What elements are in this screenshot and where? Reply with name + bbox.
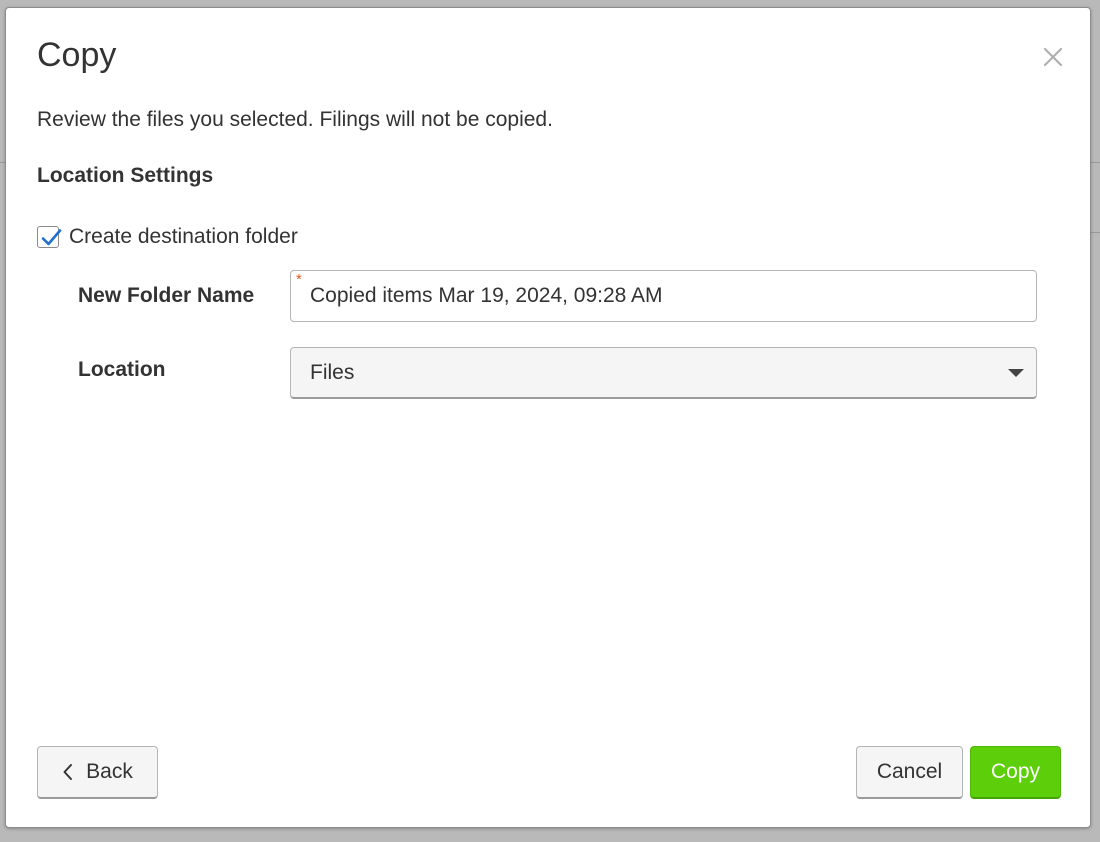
new-folder-name-input[interactable] [310,271,1025,321]
create-destination-folder-checkbox[interactable] [37,226,62,248]
copy-button-label: Copy [990,760,1041,783]
create-destination-folder-label: Create destination folder [69,225,298,248]
chevron-left-icon [62,763,74,781]
new-folder-name-label: New Folder Name [78,284,255,307]
copy-dialog: Copy Review the files you selected. Fili… [5,7,1091,828]
dialog-description: Review the files you selected. Filings w… [37,108,553,131]
background-divider [1091,232,1100,233]
close-button[interactable] [1038,42,1068,72]
location-select[interactable]: Files [290,347,1037,399]
required-indicator: * [296,271,302,288]
close-icon [1043,47,1063,67]
section-heading-location-settings: Location Settings [37,164,214,187]
background-divider [1091,162,1100,163]
back-button[interactable]: Back [37,746,158,799]
dialog-title: Copy [37,36,117,74]
cancel-button-label: Cancel [876,760,943,783]
checkmark-icon [41,229,62,246]
location-label: Location [78,358,166,381]
location-select-value: Files [310,361,355,384]
back-button-label: Back [86,760,133,783]
caret-down-icon [1008,369,1024,377]
copy-button[interactable]: Copy [970,746,1061,799]
create-destination-folder-option[interactable]: Create destination folder [37,223,298,251]
new-folder-name-field: * [290,270,1037,322]
cancel-button[interactable]: Cancel [856,746,963,799]
